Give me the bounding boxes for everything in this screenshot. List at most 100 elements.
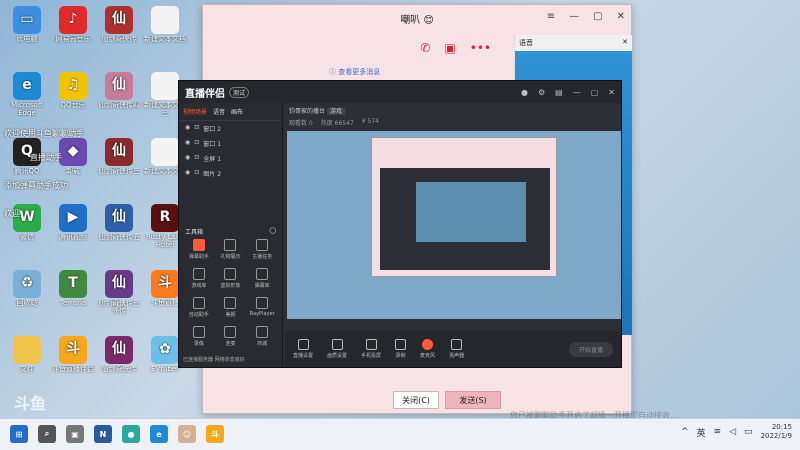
battery-icon[interactable]: ▭: [744, 427, 753, 437]
desktop-icon[interactable]: 斗斗鱼直播伴侣: [50, 336, 96, 374]
edge-icon[interactable]: e: [150, 425, 168, 443]
start-icon[interactable]: ⊞: [10, 425, 28, 443]
douyu-icon[interactable]: 斗: [206, 425, 224, 443]
tool-item[interactable]: 虚拟形象: [215, 268, 247, 289]
desktop-icon[interactable]: 仙仙剑奇侠传: [96, 6, 142, 44]
bottom-tool-icon: [422, 339, 434, 350]
wifi-icon[interactable]: ≋: [714, 427, 722, 437]
tool-item[interactable]: 游戏库: [183, 268, 215, 289]
scene-item[interactable]: ◉ ⊡ 图片 2: [179, 166, 282, 181]
desktop-icon[interactable]: ♫ QQ音乐: [50, 72, 96, 110]
bottom-tool-label: 录制: [395, 353, 406, 359]
menu-icon[interactable]: ≡: [547, 11, 555, 22]
bottom-tool-label: 画质设置: [327, 353, 348, 359]
send-button[interactable]: 发送(S): [445, 391, 501, 409]
tool-icon: [256, 326, 269, 338]
bottom-tool[interactable]: 录制: [395, 339, 407, 359]
toolbox-title: 工具箱: [185, 229, 204, 236]
desktop-icon[interactable]: 仙仙剑奇侠传三: [96, 138, 142, 176]
more-messages-link[interactable]: ⓘ 查看更多消息: [329, 67, 380, 77]
desktop-icon[interactable]: 仙仙剑奇侠传五: [96, 204, 142, 242]
desktop-icon[interactable]: e Microsoft Edge: [4, 72, 50, 117]
video-call-icon[interactable]: ▣: [444, 41, 455, 55]
tool-item[interactable]: 美颜: [215, 297, 247, 318]
tool-icon: [224, 326, 237, 338]
tool-label: 弹幕库: [254, 283, 270, 289]
tab-canvas[interactable]: 画布: [231, 107, 243, 116]
room-tag[interactable]: 游戏: [326, 108, 345, 115]
bottom-tool-label: 麦克风: [420, 353, 436, 359]
desktop-icon[interactable]: ♻ 回收站: [4, 270, 50, 308]
search-icon[interactable]: ⌕: [38, 425, 56, 443]
room-title[interactable]: 钧哥家的播台: [289, 108, 325, 115]
tool-item[interactable]: 连麦: [215, 326, 247, 347]
scene-item[interactable]: ◉ ⊡ 窗口 1: [179, 136, 282, 151]
desktop-icon[interactable]: ▭ 此电脑: [4, 6, 50, 44]
tool-item[interactable]: RayPlayer: [246, 297, 278, 318]
close-icon[interactable]: ✕: [617, 11, 625, 22]
bottom-tool[interactable]: 直播设置: [293, 339, 313, 359]
desktop-icon-label: 腾讯QQ: [14, 168, 40, 175]
bottom-tool-label: 直播设置: [293, 353, 314, 359]
layout-icon[interactable]: ▤: [555, 88, 563, 97]
volume-icon[interactable]: ◁: [729, 427, 736, 437]
close-icon[interactable]: ✕: [622, 38, 628, 48]
clock[interactable]: 20:15 2022/1/9: [761, 423, 792, 441]
lang-indicator[interactable]: 英: [697, 426, 706, 439]
scene-item[interactable]: ◉ ⊡ 全屏 1: [179, 151, 282, 166]
minimize-icon[interactable]: —: [569, 11, 579, 22]
lock-icon[interactable]: ⊡: [194, 169, 199, 178]
lock-icon[interactable]: ⊡: [194, 154, 199, 163]
maximize-icon[interactable]: ▢: [593, 11, 602, 22]
bottom-tool[interactable]: 手机投屏: [361, 339, 381, 359]
desktop-icon[interactable]: 仙仙剑奇侠传四: [96, 72, 142, 110]
avatar[interactable]: ●: [521, 88, 528, 97]
close-button[interactable]: 关闭(C): [393, 391, 439, 409]
eye-icon[interactable]: ◉: [185, 124, 190, 133]
desktop-icon[interactable]: 新建文本文档: [142, 6, 188, 44]
tool-item[interactable]: 录像: [183, 326, 215, 347]
tool-item[interactable]: 商城: [246, 326, 278, 347]
lock-icon[interactable]: ⊡: [194, 139, 199, 148]
tab-voice[interactable]: 语音: [213, 107, 225, 116]
task-view-icon[interactable]: ▣: [66, 425, 84, 443]
tool-item[interactable]: 弹幕助手: [183, 239, 215, 260]
start-live-button[interactable]: 开始直播: [568, 341, 613, 357]
tool-icon: [224, 239, 237, 251]
maximize-icon[interactable]: ▢: [591, 88, 599, 97]
more-icon[interactable]: •••: [470, 41, 491, 55]
chevron-up-icon[interactable]: ^: [681, 427, 689, 437]
toast-welcome: 欢迎使用斗鱼聊聊助手: [4, 129, 84, 138]
tool-item[interactable]: 自动助手: [183, 297, 215, 318]
game-icon: 仙: [105, 336, 133, 364]
minimize-icon[interactable]: —: [573, 88, 581, 97]
tab-video-scene[interactable]: 视频场景: [183, 107, 207, 116]
desktop-icon-label: 仙剑奇侠传: [101, 36, 137, 43]
desktop-icon[interactable]: 仙仙剑奇侠传三外传: [96, 270, 142, 315]
scene-item[interactable]: ◉ ⊡ 窗口 2: [179, 121, 282, 136]
eye-icon[interactable]: ◉: [185, 169, 190, 178]
desktop-icon[interactable]: 仙仙剑奇侠传: [96, 336, 142, 374]
lock-icon[interactable]: ⊡: [194, 124, 199, 133]
desktop-icon[interactable]: ▶ 腾讯视频: [50, 204, 96, 242]
settings-icon[interactable]: ⚙: [538, 88, 545, 97]
bottom-tool-icon: [365, 339, 377, 350]
bottom-tool[interactable]: 扬声器: [449, 339, 464, 359]
toolbox-settings-icon[interactable]: ◯: [269, 227, 276, 236]
netease-icon[interactable]: N: [94, 425, 112, 443]
eye-icon[interactable]: ◉: [185, 139, 190, 148]
voice-call-icon[interactable]: ✆: [420, 41, 430, 55]
desktop-icon[interactable]: ♪ 网易云音乐: [50, 6, 96, 44]
tool-item[interactable]: 礼物展示: [215, 239, 247, 260]
eye-icon[interactable]: ◉: [185, 154, 190, 163]
avatar-app-icon[interactable]: ☺: [178, 425, 196, 443]
terraria-icon: T: [59, 270, 87, 298]
tool-item[interactable]: 主播任务: [246, 239, 278, 260]
app-icon[interactable]: ●: [122, 425, 140, 443]
bottom-tool[interactable]: 画质设置: [327, 339, 347, 359]
bottom-tool[interactable]: 麦克风: [420, 339, 435, 359]
desktop-icon[interactable]: T Terraria: [50, 270, 96, 308]
desktop-icon[interactable]: 文件: [4, 336, 50, 374]
close-icon[interactable]: ✕: [608, 88, 615, 97]
tool-item[interactable]: 弹幕库: [246, 268, 278, 289]
